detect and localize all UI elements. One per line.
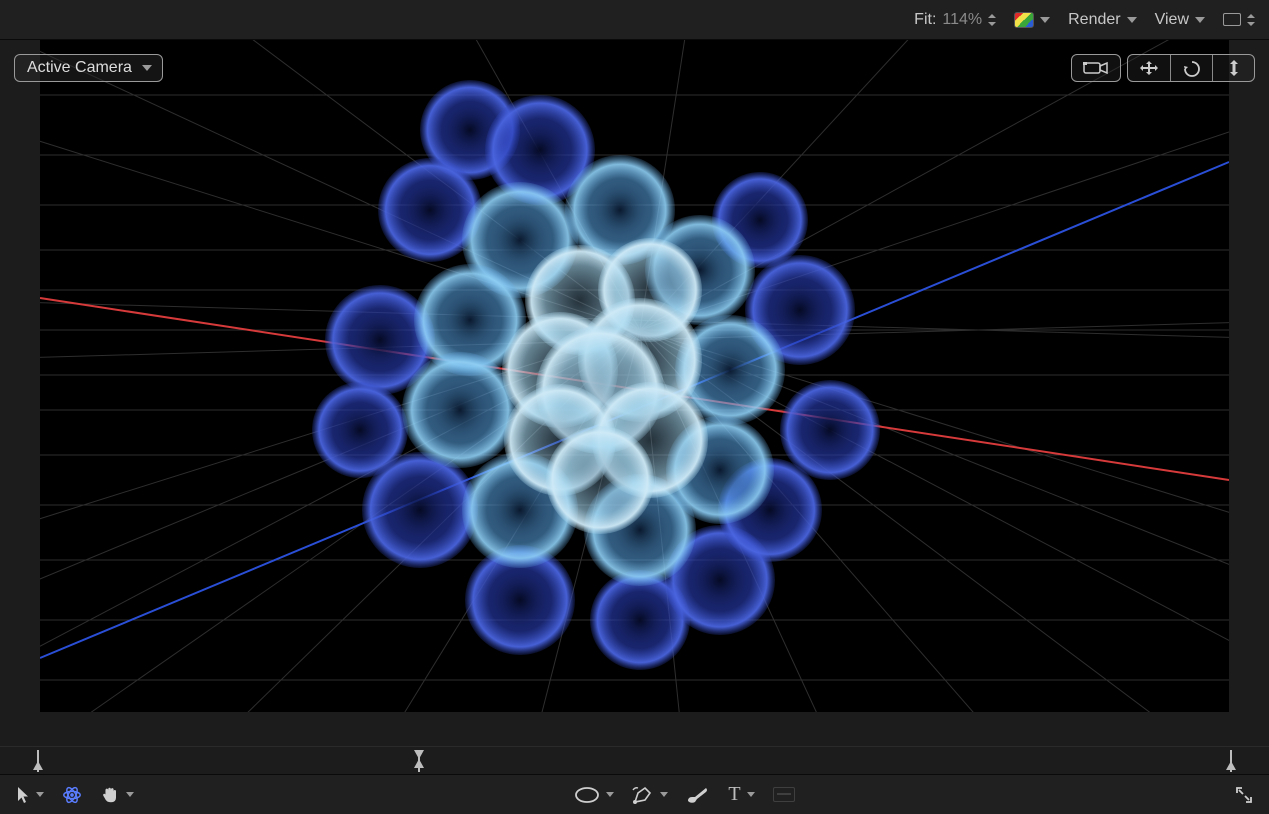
viewport-layout-control[interactable] [1223, 13, 1255, 26]
canvas-topbar: Fit: 114% Render View [0, 0, 1269, 40]
hand-icon [100, 785, 120, 805]
pen-tool[interactable] [632, 785, 668, 805]
view-menu[interactable]: View [1155, 11, 1205, 29]
expand-icon [1235, 786, 1253, 804]
fullscreen-toggle[interactable] [1235, 786, 1253, 804]
chevron-down-icon [660, 792, 668, 797]
dolly-tool-button[interactable] [1212, 55, 1254, 81]
view-label: View [1155, 11, 1189, 29]
camera-selector[interactable]: Active Camera [14, 54, 163, 82]
canvas-3d-scene [0, 40, 1269, 712]
atom-icon [62, 785, 82, 805]
chevron-down-icon [606, 792, 614, 797]
camera-reset-button[interactable] [1071, 54, 1121, 82]
render-label: Render [1068, 11, 1120, 29]
orbit-tool-button[interactable] [1170, 55, 1212, 81]
chevron-down-icon [126, 792, 134, 797]
viewport-layout-icon [1223, 13, 1241, 26]
pointer-icon [16, 786, 30, 804]
paint-stroke-tool[interactable] [686, 786, 710, 804]
playhead-marker[interactable] [414, 750, 424, 768]
camera-selector-label: Active Camera [27, 59, 132, 77]
3d-transform-tool[interactable] [62, 785, 82, 805]
tools-toolbar: T [0, 774, 1269, 814]
mask-icon [773, 787, 795, 802]
pan-tool-button[interactable] [1128, 55, 1170, 81]
orbit-icon [1182, 59, 1202, 77]
color-swatch-icon [1014, 12, 1034, 28]
render-menu[interactable]: Render [1068, 11, 1136, 29]
shape-tool[interactable] [574, 786, 614, 804]
text-tool[interactable]: T [728, 783, 754, 806]
chevron-down-icon [747, 792, 755, 797]
chevron-down-icon [1040, 17, 1050, 23]
select-tool[interactable] [16, 786, 44, 804]
brush-icon [686, 786, 710, 804]
chevron-down-icon [1195, 17, 1205, 23]
pan-hand-tool[interactable] [100, 785, 134, 805]
canvas-viewport[interactable]: Active Camera [0, 40, 1269, 746]
out-point-marker[interactable] [1222, 750, 1232, 768]
ellipse-icon [574, 786, 600, 804]
fit-label: Fit: [914, 11, 936, 29]
mini-timeline[interactable] [0, 746, 1269, 774]
mask-tool[interactable] [773, 787, 795, 802]
camera-icon [1083, 60, 1109, 76]
in-point-marker[interactable] [37, 750, 47, 768]
text-icon: T [728, 783, 740, 806]
pan-icon [1137, 59, 1161, 77]
stepper-icon [988, 16, 996, 24]
chevron-down-icon [1127, 17, 1137, 23]
color-channel-control[interactable] [1014, 12, 1050, 28]
dolly-icon [1227, 59, 1241, 77]
pen-icon [632, 785, 654, 805]
fit-value: 114% [942, 11, 982, 29]
chevron-down-icon [36, 792, 44, 797]
fit-zoom-control[interactable]: Fit: 114% [914, 11, 996, 29]
stepper-icon [1247, 16, 1255, 24]
chevron-down-icon [142, 65, 152, 71]
